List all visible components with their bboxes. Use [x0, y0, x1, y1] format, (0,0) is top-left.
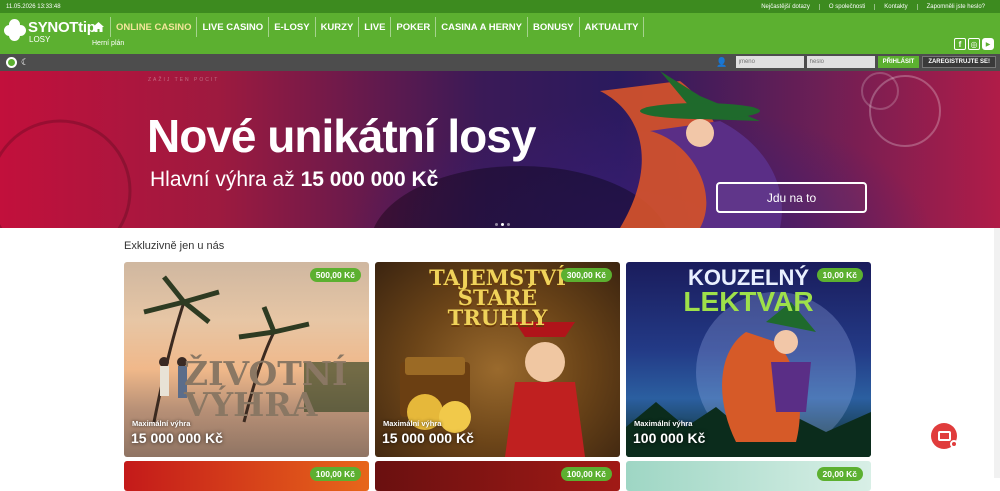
nav-bonusy[interactable]: BONUSY: [528, 17, 580, 37]
carousel-dot[interactable]: [507, 223, 510, 226]
main-header: SYNOTtip LOSY ONLINE CASINO LIVE CASINO …: [0, 13, 1000, 54]
hero-subtitle-amount: 15 000 000 Kč: [300, 168, 439, 191]
nav-aktuality[interactable]: AKTUALITY: [580, 17, 645, 37]
link-about[interactable]: O společnosti: [818, 3, 874, 10]
link-faq[interactable]: Nejčastější dotazy: [752, 4, 819, 10]
hero-banner[interactable]: ZAŽIJ TEN POCIT Nové unikátní losy Hlavn…: [0, 71, 1000, 228]
lottery-card[interactable]: 100,00 Kč: [375, 461, 620, 491]
hero-subtitle-prefix: Hlavní výhra až: [150, 168, 301, 191]
login-button[interactable]: PŘIHLÁSIT: [877, 56, 920, 68]
register-button[interactable]: ZAREGISTRUJTE SE!: [922, 56, 996, 68]
username-field[interactable]: [735, 56, 804, 68]
chat-icon: [937, 431, 951, 441]
max-win-label: Maximální výhra: [383, 419, 442, 428]
clover-icon: [4, 19, 26, 41]
price-badge: 100,00 Kč: [560, 467, 612, 481]
main-nav: ONLINE CASINO LIVE CASINO E-LOSY KURZY L…: [87, 17, 645, 37]
max-win-value: 15 000 000 Kč: [131, 430, 223, 446]
social-links: f ◎ ▶: [954, 38, 994, 50]
max-win-value: 15 000 000 Kč: [382, 430, 474, 446]
lottery-card[interactable]: 100,00 Kč: [124, 461, 369, 491]
nav-kurzy[interactable]: KURZY: [316, 17, 360, 37]
login-form: 👤 PŘIHLÁSIT ZAREGISTRUJTE SE!: [716, 56, 996, 68]
brand-name: SYNOTtip: [28, 19, 96, 36]
nav-live[interactable]: LIVE: [359, 17, 392, 37]
instagram-icon[interactable]: ◎: [968, 38, 980, 50]
nav-online-casino[interactable]: ONLINE CASINO: [111, 17, 198, 37]
youtube-icon[interactable]: ▶: [982, 38, 994, 50]
max-win-value: 100 000 Kč: [633, 430, 706, 446]
price-badge: 300,00 Kč: [560, 268, 612, 282]
lottery-card-zivotni-vyhra[interactable]: ŽIVOTNÍ VÝHRA 500,00 Kč Maximální výhra …: [124, 262, 369, 457]
logo[interactable]: SYNOTtip LOSY: [4, 19, 96, 44]
chat-button[interactable]: [931, 423, 958, 449]
password-field[interactable]: [806, 56, 875, 68]
lottery-card[interactable]: 20,00 Kč: [626, 461, 871, 491]
sun-icon[interactable]: [6, 57, 17, 68]
hero-cta-button[interactable]: Jdu na to: [716, 182, 867, 213]
datetime: 11.05.2026 13:33:48: [6, 3, 61, 10]
carousel-dot[interactable]: [495, 223, 498, 226]
nav-e-losy[interactable]: E-LOSY: [269, 17, 316, 37]
nav-poker[interactable]: POKER: [391, 17, 437, 37]
subnav-game-plan[interactable]: Herní plán: [92, 40, 124, 47]
lottery-card-kouzelny-lektvar[interactable]: KOUZELNÝ LEKTVAR 10,00 Kč Maximální výhr…: [626, 262, 871, 457]
hero-subtitle: Hlavní výhra až 15 000 000 Kč: [150, 168, 438, 192]
price-badge: 10,00 Kč: [816, 268, 863, 282]
max-win-label: Maximální výhra: [132, 419, 191, 428]
link-forgot-password[interactable]: Zapomněli jste heslo?: [916, 3, 994, 10]
carousel-dots: [495, 223, 510, 226]
home-icon[interactable]: [87, 17, 111, 37]
price-badge: 20,00 Kč: [816, 467, 863, 481]
hero-tagline: ZAŽIJ TEN POCIT: [148, 77, 220, 83]
top-strip: 11.05.2026 13:33:48 Nejčastější dotazy O…: [0, 0, 1000, 13]
max-win-label: Maximální výhra: [634, 419, 693, 428]
user-icon: 👤: [716, 56, 728, 67]
theme-toggle[interactable]: ☾: [6, 57, 29, 68]
brand-sub: LOSY: [29, 35, 51, 44]
top-links: Nejčastější dotazy O společnosti Kontakt…: [752, 3, 994, 10]
link-contacts[interactable]: Kontakty: [874, 3, 916, 10]
moon-icon[interactable]: ☾: [21, 57, 29, 68]
price-badge: 100,00 Kč: [309, 467, 361, 481]
lottery-card-tajemstvi-stare-truhly[interactable]: TAJEMSTVÍ STARÉ TRUHLY 300,00 Kč Maximál…: [375, 262, 620, 457]
carousel-dot[interactable]: [501, 223, 504, 226]
section-title: Exkluzivně jen u nás: [124, 240, 225, 252]
card-art-title: ŽIVOTNÍ VÝHRA: [184, 354, 348, 425]
facebook-icon[interactable]: f: [954, 38, 966, 50]
chat-notification-dot: [950, 440, 958, 448]
hero-title: Nové unikátní losy: [147, 110, 536, 162]
page-scrollbar[interactable]: [994, 228, 1000, 478]
nav-casina-a-herny[interactable]: CASINA A HERNY: [436, 17, 528, 37]
login-bar: ☾ 👤 PŘIHLÁSIT ZAREGISTRUJTE SE!: [0, 54, 1000, 71]
card-art-title-bottom: LEKTVAR: [683, 286, 814, 317]
price-badge: 500,00 Kč: [309, 268, 361, 282]
nav-live-casino[interactable]: LIVE CASINO: [197, 17, 270, 37]
